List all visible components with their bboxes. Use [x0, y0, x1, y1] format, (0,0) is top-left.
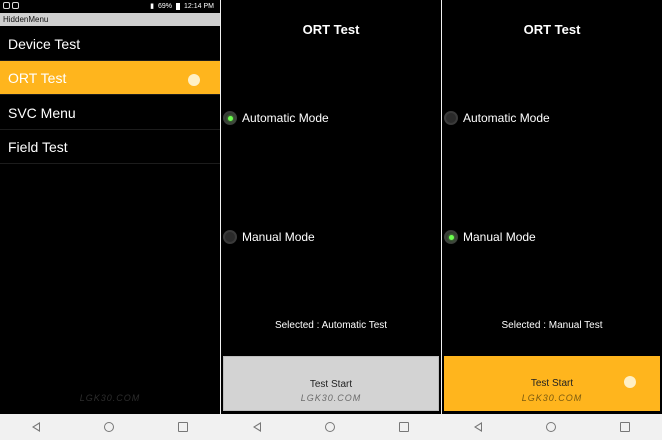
watermark: LGK30.COM — [521, 393, 583, 403]
home-circle-icon[interactable] — [104, 422, 114, 432]
home-circle-icon[interactable] — [325, 422, 335, 432]
recent-square-icon[interactable] — [178, 422, 188, 432]
touch-indicator — [624, 376, 636, 388]
manual-mode-label[interactable]: Manual Mode — [242, 230, 315, 244]
home-circle-icon[interactable] — [546, 422, 556, 432]
page-title: ORT Test — [523, 22, 581, 37]
automatic-mode-label[interactable]: Automatic Mode — [242, 111, 329, 125]
menu-item-label: ORT Test — [8, 70, 67, 86]
menu-item-field-test[interactable]: Field Test — [0, 130, 220, 164]
watermark: LGK30.COM — [79, 393, 141, 403]
watermark: LGK30.COM — [300, 393, 362, 403]
ort-test-screen-automatic: ORT Test Automatic Mode Manual Mode Sele… — [221, 0, 441, 414]
test-start-label: Test Start — [530, 378, 574, 389]
selected-status: Selected : Manual Test — [501, 320, 603, 331]
nav-bar — [0, 414, 220, 440]
manual-mode-radio[interactable] — [444, 230, 458, 244]
menu-item-ort-test[interactable]: ORT Test — [0, 61, 220, 95]
notification-icons — [3, 2, 19, 9]
automatic-mode-radio[interactable] — [444, 111, 458, 125]
nav-bar — [221, 414, 441, 440]
ort-test-screen-manual: ORT Test Automatic Mode Manual Mode Sele… — [442, 0, 662, 414]
signal-icon: ▮ — [150, 3, 155, 10]
clock: 12:14 PM — [184, 2, 214, 10]
app-title: HiddenMenu — [0, 13, 220, 26]
status-bar: ▮ 69% 12:14 PM — [0, 0, 220, 13]
back-triangle-icon[interactable] — [253, 422, 261, 432]
selected-status: Selected : Automatic Test — [274, 320, 388, 331]
nav-bar — [442, 414, 662, 440]
automatic-mode-label[interactable]: Automatic Mode — [463, 111, 550, 125]
touch-indicator — [188, 74, 200, 86]
manual-mode-radio[interactable] — [223, 230, 237, 244]
automatic-mode-radio[interactable] — [223, 111, 237, 125]
notification-icon — [3, 2, 10, 9]
battery-percent: 69% — [158, 2, 173, 10]
manual-mode-label[interactable]: Manual Mode — [463, 230, 536, 244]
page-title: ORT Test — [302, 22, 360, 37]
recent-square-icon[interactable] — [399, 422, 409, 432]
hidden-menu-screen: ▮ 69% 12:14 PM HiddenMenu Device Test OR… — [0, 0, 220, 414]
back-triangle-icon[interactable] — [32, 422, 40, 432]
test-start-label: Test Start — [309, 379, 353, 390]
battery-icon — [176, 2, 181, 10]
menu-item-device-test[interactable]: Device Test — [0, 27, 220, 61]
back-triangle-icon[interactable] — [474, 422, 482, 432]
recent-square-icon[interactable] — [620, 422, 630, 432]
menu-item-svc-menu[interactable]: SVC Menu — [0, 96, 220, 130]
notification-icon — [12, 2, 19, 9]
